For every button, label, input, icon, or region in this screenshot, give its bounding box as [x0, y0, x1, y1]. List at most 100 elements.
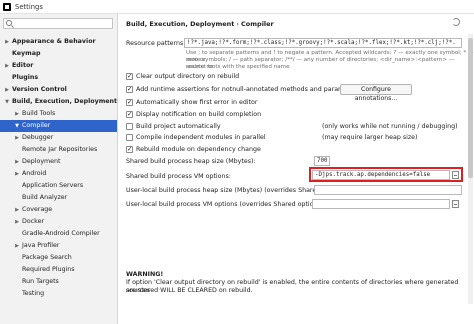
chevron-right-icon[interactable]: ▶ — [14, 156, 20, 168]
sidebar-item-version-control[interactable]: ▶ Version Control — [0, 84, 117, 96]
title-bar: Settings — [0, 0, 474, 14]
sidebar-item-label: Debugger — [22, 134, 54, 141]
sidebar-item-label: Version Control — [12, 86, 67, 93]
chevron-right-icon[interactable]: ▶ — [14, 216, 20, 228]
chevron-right-icon[interactable]: ▶ — [4, 36, 10, 48]
user-vm-options-label: User-local build process VM options (ove… — [126, 201, 326, 208]
sidebar-item-build-tools[interactable]: ▶ Build Tools — [0, 108, 117, 120]
app-icon — [3, 3, 11, 11]
sidebar-item-label: Required Plugins — [22, 266, 75, 273]
sidebar-item-label: Build Tools — [22, 110, 56, 117]
chevron-down-icon[interactable]: ▼ — [4, 96, 10, 108]
chevron-down-icon[interactable]: ▼ — [14, 120, 20, 132]
sidebar-item-label: Gradle-Android Compiler — [22, 230, 100, 237]
checkbox-unchecked[interactable] — [126, 134, 133, 141]
settings-sidebar: ▶ Appearance & Behavior Keymap ▶ Editor Plugi… — [0, 14, 118, 324]
checkbox-label: Clear output directory on rebuild — [136, 73, 240, 80]
settings-search-input[interactable] — [15, 20, 110, 28]
reset-icon[interactable] — [452, 18, 460, 26]
checkbox-checked[interactable] — [126, 85, 133, 94]
scrollbar-thumb[interactable] — [468, 38, 473, 178]
breadcrumb-item: Compiler — [241, 20, 274, 28]
sidebar-item-build-execution-deployment[interactable]: ▼ Build, Execution, Deployment — [0, 96, 118, 108]
chevron-right-icon[interactable]: ▶ — [14, 168, 20, 180]
chevron-right-icon[interactable]: ▶ — [4, 60, 10, 72]
sidebar-item-label: Keymap — [12, 50, 41, 57]
sidebar-item-coverage[interactable]: ▶ Coverage — [0, 204, 117, 216]
heap-size-label: Shared build process heap size (Mbytes): — [126, 158, 256, 165]
compiler-settings-panel: Build, Execution, Deployment › Compiler Re… — [118, 14, 474, 324]
checkbox-unchecked[interactable] — [126, 123, 133, 130]
chevron-right-icon[interactable]: ▶ — [14, 132, 20, 144]
expand-icon[interactable] — [452, 171, 459, 179]
chevron-right-icon[interactable]: ▶ — [14, 240, 20, 252]
breadcrumb-separator: › — [236, 20, 240, 28]
search-icon — [6, 20, 12, 26]
sidebar-item-label: Deployment — [22, 158, 61, 165]
sidebar-item-label: Package Search — [22, 254, 72, 261]
warning-text-line-2: are stored WILL BE CLEARED on rebuild. — [126, 287, 253, 294]
sidebar-item-keymap[interactable]: Keymap — [0, 48, 117, 60]
sidebar-item-label: Run Targets — [22, 278, 59, 285]
sidebar-item-label: Plugins — [12, 74, 39, 81]
sidebar-item-gradle-android-compiler[interactable]: Gradle-Android Compiler — [0, 228, 117, 240]
sidebar-item-java-profiler[interactable]: ▶ Java Profiler — [0, 240, 117, 252]
sidebar-item-label: Coverage — [22, 206, 53, 213]
checkbox-checked[interactable] — [126, 145, 133, 154]
settings-search-box[interactable] — [3, 18, 113, 29]
vm-options-label: Shared build process VM options: — [126, 173, 231, 180]
checkbox-label: Display notification on build completion — [136, 111, 262, 118]
sidebar-item-label: Appearance & Behavior — [12, 38, 96, 45]
expand-icon[interactable] — [452, 200, 459, 208]
sidebar-item-remote-jar-repositories[interactable]: Remote Jar Repositories — [0, 144, 117, 156]
sidebar-item-debugger[interactable]: ▶ Debugger — [0, 132, 117, 144]
sidebar-item-application-servers[interactable]: Application Servers — [0, 180, 117, 192]
checkbox-label: Add runtime assertions for notnull-annot… — [136, 86, 361, 93]
user-heap-size-label: User-local build process heap size (Mbyt… — [126, 187, 340, 194]
sidebar-item-label: Testing — [22, 290, 45, 297]
vertical-scrollbar[interactable] — [468, 34, 473, 304]
configure-annotations-button[interactable]: Configure annotations... — [340, 84, 412, 102]
resource-patterns-hint-3: source roots with the specified name — [186, 64, 290, 70]
checkbox-label: Rebuild module on dependency change — [136, 146, 261, 153]
sidebar-item-label: Build Analyzer — [22, 194, 68, 201]
heap-size-input[interactable]: 700 — [314, 156, 330, 166]
user-vm-options-input[interactable] — [312, 199, 450, 209]
sidebar-item-run-targets[interactable]: Run Targets — [0, 276, 117, 288]
checkbox-checked[interactable] — [126, 110, 133, 119]
sidebar-item-label: Remote Jar Repositories — [22, 146, 98, 153]
chevron-right-icon[interactable]: ▶ — [14, 108, 20, 120]
resource-patterns-label: Resource patterns: — [126, 40, 186, 47]
checkbox-checked[interactable] — [126, 98, 133, 107]
checkbox-label: Compile independent modules in parallel — [136, 134, 266, 141]
breadcrumb-item[interactable]: Build, Execution, Deployment — [126, 20, 234, 28]
sidebar-item-required-plugins[interactable]: Required Plugins — [0, 264, 117, 276]
checkbox-label: Automatically show first error in editor — [136, 99, 258, 106]
chevron-right-icon[interactable]: ▶ — [14, 204, 20, 216]
chevron-right-icon[interactable]: ▶ — [4, 84, 10, 96]
sidebar-item-testing[interactable]: Testing — [0, 288, 117, 300]
sidebar-item-label: Java Profiler — [22, 242, 60, 249]
sidebar-item-compiler[interactable]: ▼ Compiler — [0, 120, 117, 132]
sidebar-item-docker[interactable]: ▶ Docker — [0, 216, 117, 228]
resource-patterns-input[interactable]: !?*.java;!?*.form;!?*.class;!?*.groovy;!… — [184, 38, 462, 48]
sidebar-item-plugins[interactable]: Plugins — [0, 72, 117, 84]
sidebar-item-label: Editor — [12, 62, 34, 69]
checkbox-checked[interactable] — [126, 72, 133, 81]
warning-title: WARNING! — [126, 271, 164, 278]
sidebar-item-label: Application Servers — [22, 182, 84, 189]
settings-tree: ▶ Appearance & Behavior Keymap ▶ Editor Plugi… — [0, 36, 118, 300]
sidebar-item-label: Compiler — [22, 122, 51, 129]
sidebar-item-deployment[interactable]: ▶ Deployment — [0, 156, 117, 168]
parallel-compile-note: (may require larger heap size) — [322, 134, 418, 141]
sidebar-item-appearance-behavior[interactable]: ▶ Appearance & Behavior — [0, 36, 117, 48]
sidebar-item-android[interactable]: ▶ Android — [0, 168, 117, 180]
vm-options-input[interactable]: -Djps.track.ap.dependencies=false — [312, 170, 450, 180]
build-automatically-note: (only works while not running / debuggin… — [322, 123, 458, 130]
user-heap-size-input[interactable] — [314, 185, 462, 195]
sidebar-item-package-search[interactable]: Package Search — [0, 252, 117, 264]
sidebar-item-label: Android — [22, 170, 47, 177]
sidebar-item-label: Build, Execution, Deployment — [12, 98, 118, 105]
sidebar-item-build-analyzer[interactable]: Build Analyzer — [0, 192, 117, 204]
sidebar-item-editor[interactable]: ▶ Editor — [0, 60, 117, 72]
